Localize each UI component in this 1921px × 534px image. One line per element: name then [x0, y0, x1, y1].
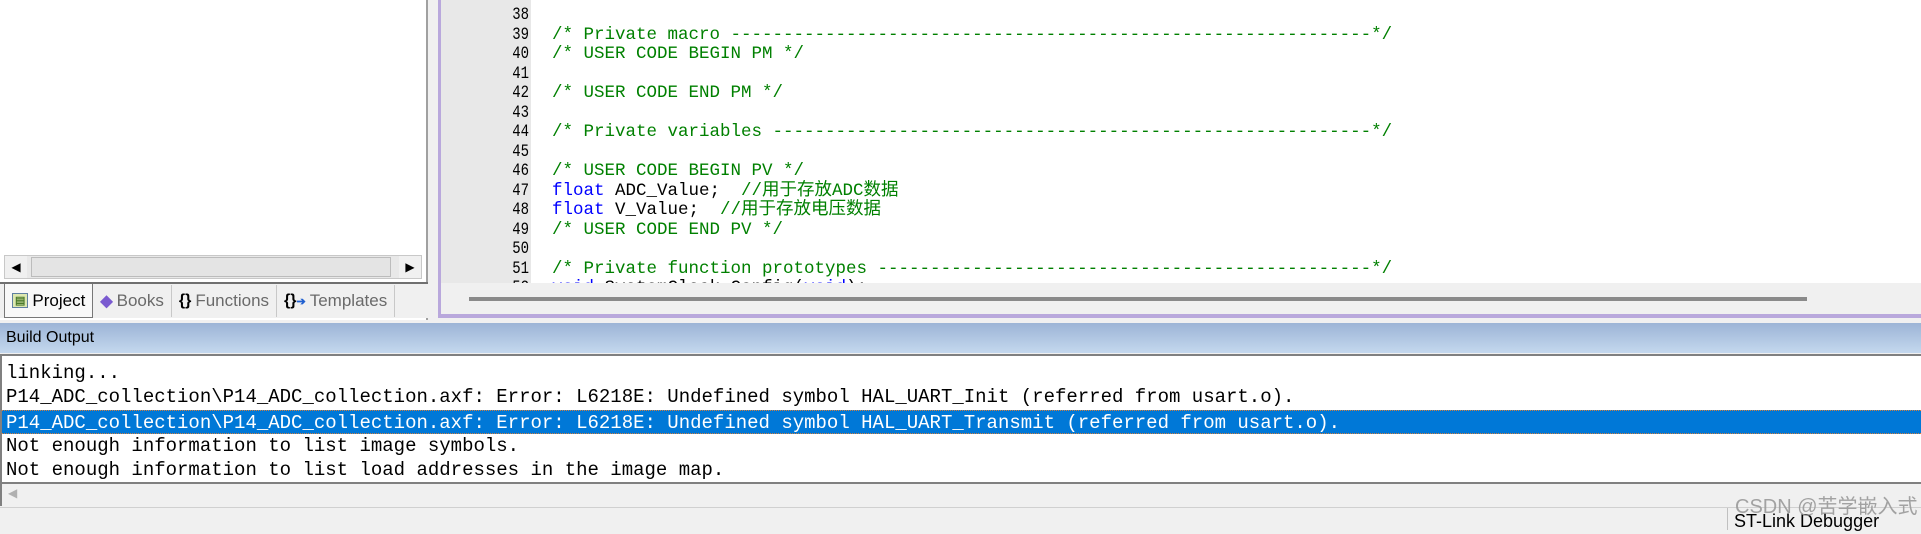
- editor-horizontal-scrollbar[interactable]: [441, 283, 1921, 314]
- project-icon: ▤: [12, 293, 29, 308]
- code-comment: /* Private variables -------------------…: [552, 122, 1393, 142]
- scroll-right-arrow-icon[interactable]: ▶: [399, 256, 421, 278]
- output-line[interactable]: linking...: [2, 361, 1921, 385]
- books-icon: ◆: [100, 293, 113, 310]
- code-comment: /* USER CODE END PM */: [552, 83, 784, 103]
- project-horizontal-scrollbar[interactable]: ◀ ▶: [4, 255, 422, 279]
- line-number: 47: [512, 180, 529, 201]
- output-line-selected[interactable]: P14_ADC_collection\P14_ADC_collection.ax…: [2, 409, 1921, 434]
- build-output-list[interactable]: linking... P14_ADC_collection\P14_ADC_col…: [0, 354, 1921, 484]
- build-output-title: Build Output: [0, 323, 1921, 353]
- code-line[interactable]: /* Private macro -----------------------…: [552, 24, 1393, 46]
- tab-label: Templates: [309, 291, 388, 310]
- line-number: 39: [512, 24, 529, 45]
- functions-braces-icon: {}: [178, 292, 192, 309]
- tab-templates[interactable]: {}➔ Templates: [277, 285, 396, 317]
- line-number: 51: [512, 258, 529, 279]
- line-number: 42: [512, 83, 529, 103]
- line-number: 44: [512, 122, 529, 142]
- project-panel-tabs: ▤ Project ◆ Books {} Functions {}➔ Templates: [0, 282, 428, 318]
- code-comment: /* Private macro -----------------------…: [552, 24, 1393, 45]
- output-line[interactable]: Not enough information to list load addr…: [2, 458, 1921, 482]
- line-number: 38: [512, 5, 529, 25]
- code-text: V_Value;: [604, 200, 721, 220]
- output-line[interactable]: Not enough information to list image sym…: [2, 434, 1921, 458]
- code-comment: //用于存放电压数据: [720, 200, 882, 220]
- code-line[interactable]: /* Private variables -------------------…: [552, 122, 1393, 143]
- code-line[interactable]: float ADC_Value; //用于存放ADC数据: [552, 180, 899, 202]
- line-number: 46: [512, 161, 529, 181]
- watermark: CSDN @苦学嵌入式: [1735, 496, 1918, 518]
- templates-icon: {}➔: [284, 292, 306, 309]
- code-editor[interactable]: 37/* USER CODE END PD */3839/* Private m…: [438, 0, 1921, 318]
- code-comment: /* USER CODE BEGIN PM */: [552, 44, 805, 64]
- code-comment: /* USER CODE BEGIN PV */: [552, 161, 805, 181]
- code-line[interactable]: /* USER CODE BEGIN PV */: [552, 161, 805, 182]
- code-keyword: float: [552, 200, 605, 220]
- code-keyword: float: [552, 180, 605, 201]
- code-line[interactable]: /* USER CODE END PM */: [552, 83, 784, 104]
- code-comment: /* Private function prototypes ---------…: [552, 258, 1393, 279]
- code-line[interactable]: /* USER CODE BEGIN PM */: [552, 44, 805, 65]
- code-comment: /* USER CODE END PD */: [552, 0, 783, 6]
- code-area[interactable]: 37/* USER CODE END PD */3839/* Private m…: [441, 0, 1921, 283]
- tab-project[interactable]: ▤ Project: [4, 284, 94, 318]
- scrollbar-thumb[interactable]: [31, 257, 391, 277]
- status-bar: ST-Link Debugger: [0, 507, 1921, 531]
- line-number: 45: [512, 141, 529, 162]
- line-number: 40: [512, 44, 529, 64]
- scrollbar-thumb[interactable]: [469, 297, 1807, 301]
- code-line[interactable]: float V_Value; //用于存放电压数据: [552, 200, 882, 221]
- line-number: 50: [512, 239, 529, 259]
- line-number: 49: [512, 219, 529, 240]
- tab-functions[interactable]: {} Functions: [172, 285, 278, 317]
- output-line[interactable]: P14_ADC_collection\P14_ADC_collection.ax…: [2, 385, 1921, 409]
- code-comment: /* USER CODE END PV */: [552, 219, 784, 240]
- line-number: 48: [512, 200, 529, 220]
- tab-label: Project: [32, 290, 86, 310]
- scroll-left-arrow-icon[interactable]: ◀: [5, 256, 27, 278]
- tab-books[interactable]: ◆ Books: [93, 285, 172, 317]
- output-horizontal-scrollbar[interactable]: ◀: [0, 484, 1921, 506]
- code-line[interactable]: /* USER CODE END PD */: [552, 0, 783, 6]
- code-line[interactable]: /* Private function prototypes ---------…: [552, 258, 1393, 280]
- tab-label: Functions: [195, 291, 270, 310]
- code-text: ADC_Value;: [604, 180, 742, 201]
- code-line[interactable]: /* USER CODE END PV */: [552, 219, 784, 241]
- project-panel: ◀ ▶: [0, 0, 428, 320]
- line-number: 43: [512, 102, 529, 123]
- line-number: 41: [512, 63, 529, 84]
- tab-label: Books: [116, 291, 164, 310]
- scroll-left-arrow-icon[interactable]: ◀: [8, 486, 17, 500]
- code-comment: //用于存放ADC数据: [741, 180, 899, 201]
